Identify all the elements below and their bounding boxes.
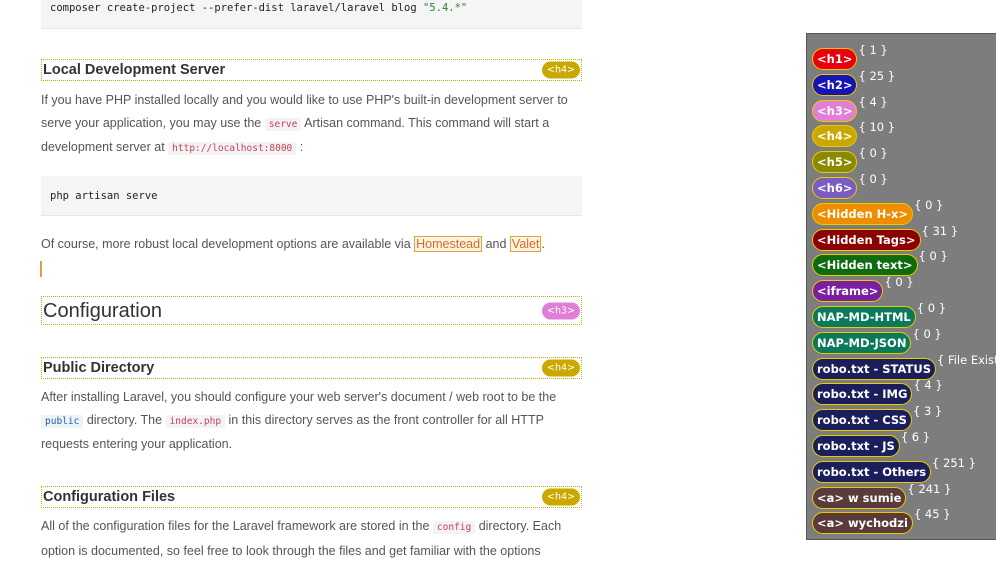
text-line: serve your application, you may use the … — [41, 115, 550, 131]
panel-count-links-total: { 241 } — [907, 481, 952, 496]
panel-badge-nap-md-json[interactable]: NAP-MD-JSON — [812, 331, 912, 354]
panel-row-h6: <h6>{ 0 } — [812, 172, 888, 199]
panel-count-robots-others: { 251 } — [932, 455, 976, 470]
text-line: All of the configuration files for the L… — [41, 519, 562, 534]
panel-row-robots-css: robo.txt - CSS{ 3 } — [812, 404, 942, 432]
heading-text: Local Development Server — [43, 62, 226, 78]
code-serve-command: php artisan serve — [50, 190, 158, 202]
panel-count-hidden-hx: { 0 } — [914, 197, 944, 212]
panel-row-hidden-text: <Hidden text>{ 0 } — [812, 249, 948, 277]
text-line: public directory. The index.php in this … — [41, 409, 586, 434]
paragraph-configuration-files: All of the configuration files for the L… — [41, 515, 586, 562]
text-cursor — [40, 261, 42, 277]
panel-row-robots-img: robo.txt - IMG{ 4 } — [812, 378, 943, 406]
seo-overlay-panel: <h1>{ 1 } <h2>{ 25 } <h3>{ 4 } <h4>{ 10 } <h… — [806, 33, 996, 540]
h4-tag-badge: <h4> — [542, 359, 580, 377]
panel-badge-iframe[interactable]: <iframe> — [812, 280, 884, 303]
heading-text: Configuration — [43, 300, 162, 322]
panel-row-iframe: <iframe>{ 0 } — [812, 275, 914, 303]
panel-badge-links-total[interactable]: <a> w sumie — [812, 486, 907, 509]
panel-count-links-outgoing: { 45 } — [913, 507, 951, 522]
panel-row-robots-others: robo.txt - Others{ 251 } — [812, 456, 976, 483]
link-valet[interactable]: Valet — [509, 236, 542, 252]
paragraph-public-directory: After installing Laravel, you should con… — [41, 386, 586, 456]
panel-row-links-outgoing: <a> wychodzi{ 45 } — [812, 507, 951, 535]
code-block-install: composer create-project --prefer-dist la… — [41, 0, 582, 29]
text-line: requests entering your application. — [41, 437, 233, 452]
panel-count-robots-status: { File Exists } — [936, 352, 996, 367]
panel-badge-robots-status[interactable]: robo.txt - STATUS — [812, 357, 936, 380]
panel-badge-hidden-tags[interactable]: <Hidden Tags> — [812, 228, 921, 251]
heading-text: Configuration Files — [43, 489, 176, 505]
h4-tag-badge: <h4> — [542, 61, 580, 79]
panel-badge-hidden-hx[interactable]: <Hidden H-x> — [812, 202, 914, 225]
panel-row-h2: <h2>{ 25 } — [812, 69, 895, 96]
panel-count-h3: { 4 } — [858, 94, 888, 109]
panel-badge-h3[interactable]: <h3> — [812, 99, 858, 122]
panel-count-h6: { 0 } — [858, 172, 888, 186]
panel-row-h3: <h3>{ 4 } — [812, 95, 888, 122]
h3-tag-badge: <h3> — [542, 302, 580, 319]
inline-code-serve: serve — [264, 117, 302, 131]
panel-count-nap-md-html: { 0 } — [916, 301, 947, 315]
link-homestead[interactable]: Homestead — [414, 236, 483, 252]
text-line: If you have PHP installed locally and yo… — [41, 93, 568, 107]
panel-badge-h2[interactable]: <h2> — [812, 73, 858, 96]
heading-public-directory: Public Directory <h4> — [41, 357, 582, 379]
panel-row-hidden-hx: <Hidden H-x>{ 0 } — [812, 198, 943, 225]
panel-row-hidden-tags: <Hidden Tags>{ 31 } — [812, 224, 958, 251]
panel-count-hidden-text: { 0 } — [918, 249, 948, 264]
panel-row-h5: <h5>{ 0 } — [812, 146, 888, 174]
text-line: After installing Laravel, you should con… — [41, 390, 557, 404]
paragraph-robust-options: Of course, more robust local development… — [41, 236, 545, 252]
text-line: development server at http://localhost:8… — [41, 140, 304, 156]
code-block-serve: php artisan serve — [41, 176, 582, 216]
inline-code-index-php: index.php — [165, 414, 226, 428]
code-install-command: composer create-project --prefer-dist la… — [50, 2, 423, 14]
panel-count-h5: { 0 } — [858, 146, 888, 161]
heading-configuration-files: Configuration Files <h4> — [41, 486, 582, 508]
panel-badge-robots-img[interactable]: robo.txt - IMG — [812, 383, 913, 406]
panel-badge-h6[interactable]: <h6> — [812, 177, 858, 199]
panel-count-iframe: { 0 } — [884, 275, 914, 290]
panel-count-h4: { 10 } — [858, 120, 896, 135]
panel-badge-nap-md-html[interactable]: NAP-MD-HTML — [812, 306, 916, 328]
panel-row-h1: <h1>{ 1 } — [812, 43, 888, 70]
inline-code-public: public — [41, 414, 84, 428]
panel-count-h1: { 1 } — [858, 43, 888, 57]
panel-count-hidden-tags: { 31 } — [921, 223, 959, 238]
panel-badge-h4[interactable]: <h4> — [812, 125, 858, 148]
panel-row-links-total: <a> w sumie{ 241 } — [812, 482, 951, 509]
panel-count-robots-js: { 6 } — [900, 430, 931, 444]
panel-row-nap-md-json: NAP-MD-JSON{ 0 } — [812, 327, 942, 354]
panel-badge-robots-others[interactable]: robo.txt - Others — [812, 460, 932, 483]
code-install-version: "5.4.*" — [422, 2, 468, 14]
heading-local-development-server: Local Development Server <h4> — [41, 59, 582, 81]
panel-badge-hidden-text[interactable]: <Hidden text> — [812, 254, 918, 277]
heading-text: Public Directory — [43, 360, 155, 376]
panel-badge-h1[interactable]: <h1> — [812, 48, 858, 70]
panel-badge-h5[interactable]: <h5> — [812, 151, 858, 174]
panel-badge-robots-js[interactable]: robo.txt - JS — [812, 435, 900, 457]
panel-row-h4: <h4>{ 10 } — [812, 120, 895, 148]
paragraph-local-server: If you have PHP installed locally and yo… — [41, 89, 586, 161]
panel-badge-links-outgoing[interactable]: <a> wychodzi — [812, 512, 913, 535]
inline-code-localhost: http://localhost:8000 — [168, 142, 297, 156]
panel-count-h2: { 25 } — [858, 68, 896, 83]
panel-row-nap-md-html: NAP-MD-HTML{ 0 } — [812, 301, 946, 328]
heading-configuration: Configuration <h3> — [41, 296, 582, 325]
panel-count-robots-css: { 3 } — [912, 404, 943, 419]
panel-badge-robots-css[interactable]: robo.txt - CSS — [812, 409, 912, 432]
inline-code-config: config — [432, 521, 476, 534]
panel-row-robots-js: robo.txt - JS{ 6 } — [812, 430, 930, 457]
h4-tag-badge: <h4> — [542, 488, 580, 506]
panel-count-nap-md-json: { 0 } — [912, 326, 942, 341]
panel-row-robots-status: robo.txt - STATUS{ File Exists } — [812, 353, 996, 380]
panel-count-robots-img: { 4 } — [913, 378, 943, 393]
